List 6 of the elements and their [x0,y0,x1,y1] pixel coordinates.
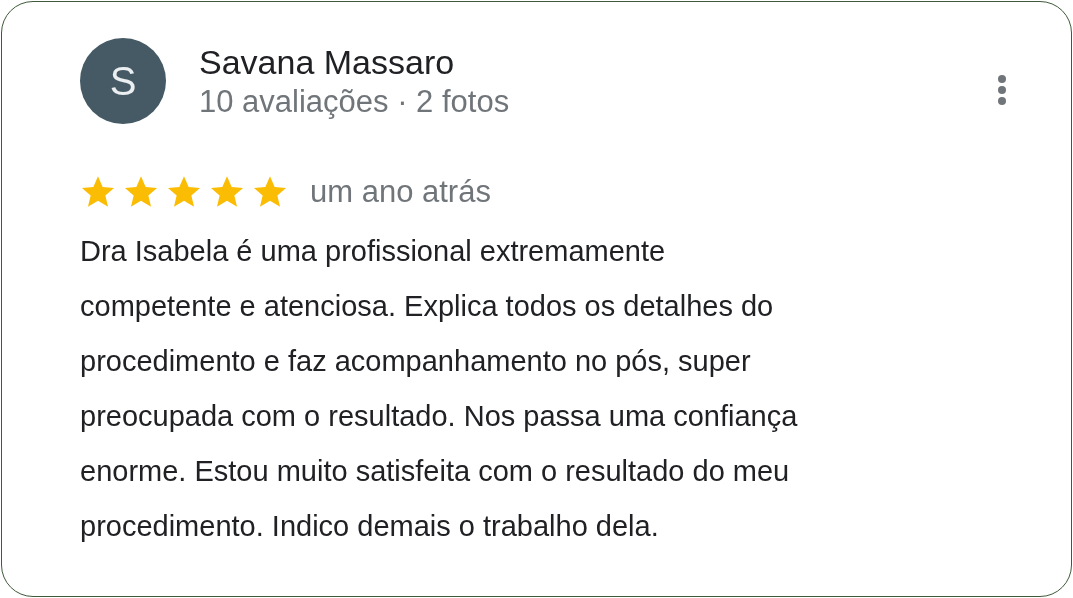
review-meta: 10 avaliações · 2 fotos [199,83,511,121]
author-name: Savana Massaro [199,42,456,82]
review-time: um ano atrás [310,174,491,210]
review-text: Dra Isabela é uma profissional extremamente competente e atenciosa. Explica todos os detalhes do procedimento e faz acompanhamento no pós, super preocupada com o resultado. Nos passa uma confiança enorme. Estou muito satisfeita com o resultado do meu procedimento. Indico demais o trabalho dela. [80,234,799,544]
more-icon[interactable] [997,74,1007,106]
avatar: S [80,38,166,124]
